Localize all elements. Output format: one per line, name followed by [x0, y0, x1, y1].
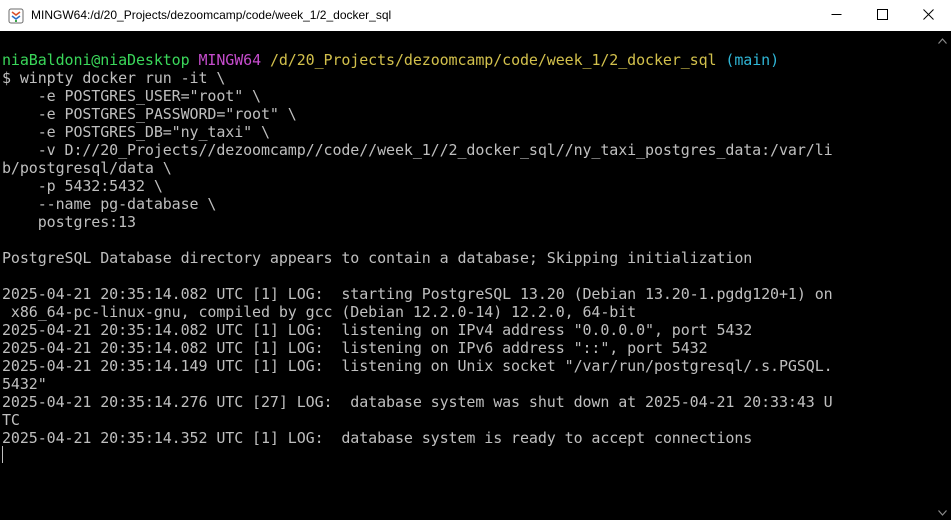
terminal-line: postgres:13	[2, 213, 136, 231]
prompt-line: niaBaldoni@niaDesktop MINGW64 /d/20_Proj…	[2, 51, 833, 69]
prompt-user-host: niaBaldoni@niaDesktop	[2, 51, 190, 69]
terminal-output[interactable]: niaBaldoni@niaDesktop MINGW64 /d/20_Proj…	[0, 31, 934, 520]
terminal-line: -e POSTGRES_DB="ny_taxi" \	[2, 123, 270, 141]
scroll-down-button[interactable]	[934, 503, 951, 520]
terminal-line: -e POSTGRES_PASSWORD="root" \	[2, 105, 297, 123]
terminal-line: 5432"	[2, 375, 47, 393]
terminal-line: 2025-04-21 20:35:14.082 UTC [1] LOG: sta…	[2, 285, 833, 303]
prompt-git-branch: (main)	[725, 51, 780, 69]
terminal-lines: niaBaldoni@niaDesktop MINGW64 /d/20_Proj…	[2, 51, 833, 447]
terminal-line: TC	[2, 411, 20, 429]
terminal-window: MINGW64:/d/20_Projects/dezoomcamp/code/w…	[0, 0, 951, 520]
terminal-line: 2025-04-21 20:35:14.082 UTC [1] LOG: lis…	[2, 339, 708, 357]
terminal-line: 2025-04-21 20:35:14.149 UTC [1] LOG: lis…	[2, 357, 833, 375]
maximize-icon	[876, 7, 888, 25]
terminal-line: -e POSTGRES_USER="root" \	[2, 87, 261, 105]
terminal-line: x86_64-pc-linux-gnu, compiled by gcc (De…	[2, 303, 637, 321]
title-bar[interactable]: MINGW64:/d/20_Projects/dezoomcamp/code/w…	[0, 0, 951, 31]
scroll-down-arrow-icon	[938, 503, 947, 520]
terminal-line: $ winpty docker run -it \	[2, 69, 226, 87]
terminal-line: b/postgresql/data \	[2, 159, 172, 177]
terminal-line: PostgreSQL Database directory appears to…	[2, 249, 753, 267]
window-title: MINGW64:/d/20_Projects/dezoomcamp/code/w…	[31, 8, 392, 22]
scroll-up-arrow-icon	[938, 31, 947, 49]
terminal-line: 2025-04-21 20:35:14.352 UTC [1] LOG: dat…	[2, 429, 753, 447]
prompt-system: MINGW64	[198, 51, 261, 69]
close-button[interactable]	[905, 0, 951, 31]
minimize-button[interactable]	[813, 0, 859, 31]
maximize-button[interactable]	[859, 0, 905, 31]
terminal-line: 2025-04-21 20:35:14.276 UTC [27] LOG: da…	[2, 393, 833, 411]
close-icon	[922, 7, 934, 25]
scroll-up-button[interactable]	[934, 31, 951, 48]
terminal-line: -p 5432:5432 \	[2, 177, 163, 195]
terminal-line: -v D://20_Projects//dezoomcamp//code//we…	[2, 141, 833, 159]
prompt-path: /d/20_Projects/dezoomcamp/code/week_1/2_…	[269, 51, 717, 69]
mingw-app-icon[interactable]	[8, 8, 24, 24]
terminal-line: --name pg-database \	[2, 195, 217, 213]
terminal-line: 2025-04-21 20:35:14.082 UTC [1] LOG: lis…	[2, 321, 753, 339]
minimize-icon	[831, 7, 842, 25]
text-cursor	[2, 446, 3, 463]
vertical-scrollbar[interactable]	[934, 31, 951, 520]
